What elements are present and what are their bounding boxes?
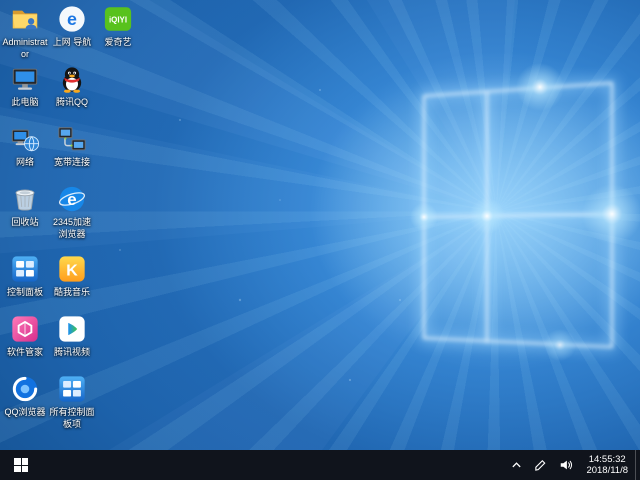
wallpaper <box>0 0 640 450</box>
desktop-icon-qq-browser[interactable]: QQ浏览器 <box>2 374 48 419</box>
pen-icon <box>534 459 547 472</box>
control-panel-icon <box>10 254 40 284</box>
clock-time: 14:55:32 <box>589 454 626 465</box>
pen-tray-button[interactable] <box>528 450 553 480</box>
icon-label: 腾讯视频 <box>49 347 95 359</box>
icon-label: 腾讯QQ <box>49 97 95 109</box>
iqiyi-wordmark: iQIYI <box>109 15 127 24</box>
icon-label: 宽带连接 <box>49 157 95 169</box>
windows-logo-icon <box>14 458 28 472</box>
desktop-icon-2345-browser[interactable]: e 2345加速浏览器 <box>49 184 95 240</box>
system-tray: 14:55:32 2018/11/8 <box>505 450 640 480</box>
icon-label: 回收站 <box>2 217 48 229</box>
icon-label: 软件管家 <box>2 347 48 359</box>
icon-label: 上网 导航 <box>49 37 95 49</box>
desktop-icon-web-navigation[interactable]: e 上网 导航 <box>49 4 95 49</box>
desktop-icon-network[interactable]: 网络 <box>2 124 48 169</box>
desktop-icon-software-manager[interactable]: 软件管家 <box>2 314 48 359</box>
desktop-icon-administrator[interactable]: Administrator <box>2 4 48 60</box>
recycle-bin-icon <box>10 184 40 214</box>
desktop-icon-tencent-video[interactable]: 腾讯视频 <box>49 314 95 359</box>
tencent-video-play-icon <box>57 314 87 344</box>
icon-label: 网络 <box>2 157 48 169</box>
iqiyi-icon: iQIYI <box>103 4 133 34</box>
software-manager-icon <box>10 314 40 344</box>
desktop-icon-all-control-panel-items[interactable]: 所有控制面板项 <box>49 374 95 430</box>
desktop-icon-recycle-bin[interactable]: 回收站 <box>2 184 48 229</box>
icon-label: 2345加速浏览器 <box>49 217 95 240</box>
desktop-icon-kuwo-music[interactable]: K 酷我音乐 <box>49 254 95 299</box>
clock-date: 2018/11/8 <box>586 465 628 476</box>
start-button[interactable] <box>0 450 42 480</box>
icon-label: 爱奇艺 <box>95 37 141 49</box>
k-glyph: K <box>66 263 78 280</box>
icon-label: 所有控制面板项 <box>49 407 95 430</box>
desktop-icon-broadband-connection[interactable]: 宽带连接 <box>49 124 95 169</box>
desktop-icon-tencent-qq[interactable]: 腾讯QQ <box>49 64 95 109</box>
speaker-icon <box>559 458 573 472</box>
desktop-screen: Administrator 此电脑 网络 回收站 控制面板 软件管家 <box>0 0 640 480</box>
icon-label: 控制面板 <box>2 287 48 299</box>
taskbar-clock[interactable]: 14:55:32 2018/11/8 <box>579 450 635 480</box>
2345-browser-e-icon: e <box>57 184 87 214</box>
broadband-connection-icon <box>57 124 87 154</box>
volume-tray-button[interactable] <box>553 450 579 480</box>
icon-label: QQ浏览器 <box>2 407 48 419</box>
administrator-user-folder-icon <box>10 4 40 34</box>
chevron-up-icon <box>511 460 522 471</box>
browser-e-icon: e <box>57 4 87 34</box>
show-desktop-button[interactable] <box>635 450 640 480</box>
network-globe-icon <box>10 124 40 154</box>
kuwo-music-icon: K <box>57 254 87 284</box>
icon-label: 此电脑 <box>2 97 48 109</box>
e-glyph: e <box>67 9 77 29</box>
taskbar: 14:55:32 2018/11/8 <box>0 450 640 480</box>
all-control-panel-items-icon <box>57 374 87 404</box>
desktop-icon-this-pc[interactable]: 此电脑 <box>2 64 48 109</box>
hidden-icons-chevron[interactable] <box>505 450 528 480</box>
qq-penguin-icon <box>57 64 87 94</box>
icon-label: Administrator <box>2 37 48 60</box>
qq-browser-icon <box>10 374 40 404</box>
wallpaper-vignette <box>0 0 640 450</box>
icon-label: 酷我音乐 <box>49 287 95 299</box>
desktop-icon-iqiyi[interactable]: iQIYI 爱奇艺 <box>95 4 141 49</box>
computer-monitor-icon <box>10 64 40 94</box>
desktop-icon-control-panel[interactable]: 控制面板 <box>2 254 48 299</box>
